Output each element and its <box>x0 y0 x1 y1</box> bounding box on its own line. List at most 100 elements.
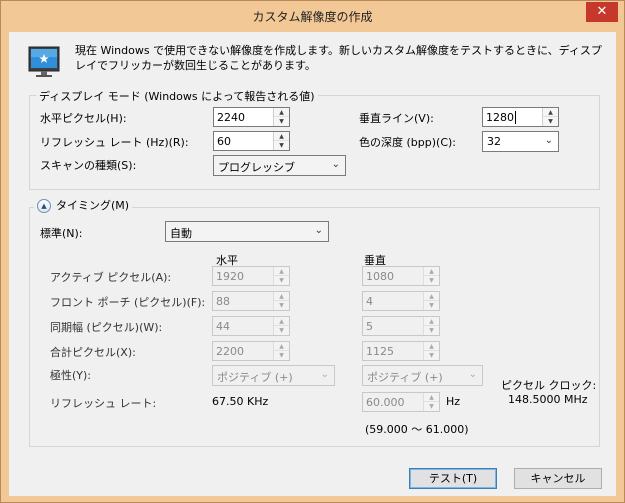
chevron-up-icon[interactable]: ▲ <box>37 199 51 213</box>
polarity-label: 極性(Y): <box>50 369 92 382</box>
window-title: カスタム解像度の作成 <box>252 10 373 24</box>
spin-down-icon: ▼ <box>429 277 434 284</box>
front-porch-h-value: 88 <box>216 295 230 308</box>
stepper-arrows: ▲ ▼ <box>273 292 289 310</box>
horizontal-pixels-value: 2240 <box>217 111 245 124</box>
stepper-arrows: ▲ ▼ <box>423 292 439 310</box>
dialog-content: 現在 Windows で使用できない解像度を作成します。新しいカスタム解像度をテ… <box>9 32 616 496</box>
spin-down-icon[interactable]: ▼ <box>274 117 289 126</box>
spin-up-icon: ▲ <box>424 342 439 351</box>
spin-up-icon[interactable]: ▲ <box>274 108 289 117</box>
spin-down-icon: ▼ <box>429 403 434 410</box>
total-pixels-v-stepper: 1125 ▲ ▼ <box>362 341 440 361</box>
color-depth-label: 色の深度 (bpp)(C): <box>359 136 456 149</box>
total-pixels-h-stepper: 2200 ▲ ▼ <box>212 341 290 361</box>
test-button[interactable]: テスト(T) <box>409 468 497 489</box>
description-text: 現在 Windows で使用できない解像度を作成します。新しいカスタム解像度をテ… <box>75 44 602 72</box>
spin-up-icon: ▲ <box>274 317 289 326</box>
refresh-rate-value: 60 <box>217 135 231 148</box>
total-pixels-label: 合計ピクセル(X): <box>50 346 136 359</box>
spin-down-icon: ▼ <box>279 352 284 359</box>
refresh-rate-label: リフレッシュ レート (Hz)(R): <box>40 136 189 149</box>
sync-width-h-stepper: 44 ▲ ▼ <box>212 316 290 336</box>
close-button[interactable]: ✕ <box>586 2 618 22</box>
standard-select[interactable]: 自動 ⌄ <box>165 221 329 242</box>
vertical-lines-label: 垂直ライン(V): <box>359 112 434 125</box>
front-porch-v-stepper: 4 ▲ ▼ <box>362 291 440 311</box>
sync-width-v-stepper: 5 ▲ ▼ <box>362 316 440 336</box>
pixel-clock-label: ピクセル クロック: <box>501 379 597 392</box>
vertical-refresh-value: 60.000 <box>366 396 405 409</box>
chevron-down-icon: ⌄ <box>331 159 340 170</box>
spin-up-icon: ▲ <box>274 267 289 276</box>
color-depth-select[interactable]: 32 ⌄ <box>482 131 559 152</box>
stepper-arrows: ▲ ▼ <box>423 317 439 335</box>
total-pixels-v-value: 1125 <box>366 345 394 358</box>
refresh-rate-stepper[interactable]: 60 ▲ ▼ <box>213 131 290 151</box>
standard-label: 標準(N): <box>40 227 83 240</box>
vertical-refresh-range: (59.000 ～ 61.000) <box>365 423 469 436</box>
horizontal-pixels-stepper[interactable]: 2240 ▲ ▼ <box>213 107 290 127</box>
spin-down-icon: ▼ <box>279 302 284 309</box>
display-mode-group-label: ディスプレイ モード (Windows によって報告される値) <box>36 88 318 104</box>
chevron-down-icon: ⌄ <box>314 225 323 236</box>
spin-up-icon: ▲ <box>274 292 289 301</box>
vertical-lines-stepper[interactable]: 1280 ▲ ▼ <box>482 107 559 127</box>
spin-down-icon: ▼ <box>279 327 284 334</box>
sync-width-v-value: 5 <box>366 320 373 333</box>
spin-down-icon[interactable]: ▼ <box>543 117 558 126</box>
stepper-arrows: ▲ ▼ <box>273 108 289 126</box>
vertical-lines-value: 1280 <box>486 111 514 124</box>
title-bar[interactable]: カスタム解像度の作成 ✕ <box>1 1 624 32</box>
spin-down-icon: ▼ <box>279 277 284 284</box>
polarity-v-select: ポジティブ (+) ⌄ <box>362 365 483 386</box>
front-porch-v-value: 4 <box>366 295 373 308</box>
total-pixels-h-value: 2200 <box>216 345 244 358</box>
spin-up-icon: ▲ <box>424 393 439 402</box>
sync-width-h-value: 44 <box>216 320 230 333</box>
timing-toggle-label[interactable]: タイミング(M) <box>56 199 129 212</box>
spin-up-icon: ▲ <box>424 292 439 301</box>
active-pixels-h-stepper: 1920 ▲ ▼ <box>212 266 290 286</box>
stepper-arrows: ▲ ▼ <box>273 342 289 360</box>
stepper-arrows: ▲ ▼ <box>273 317 289 335</box>
spin-up-icon: ▲ <box>274 342 289 351</box>
stepper-arrows: ▲ ▼ <box>423 267 439 285</box>
active-pixels-v-stepper: 1080 ▲ ▼ <box>362 266 440 286</box>
spin-down-icon: ▼ <box>429 302 434 309</box>
chevron-down-icon: ⌄ <box>320 369 329 380</box>
horizontal-pixels-label: 水平ピクセル(H): <box>40 112 127 125</box>
vertical-refresh-unit: Hz <box>446 395 461 408</box>
chevron-down-icon: ⌄ <box>468 369 477 380</box>
active-pixels-v-value: 1080 <box>366 270 394 283</box>
polarity-h-select: ポジティブ (+) ⌄ <box>212 365 335 386</box>
monitor-icon <box>28 46 60 77</box>
stepper-arrows: ▲ ▼ <box>423 342 439 360</box>
stepper-arrows: ▲ ▼ <box>273 132 289 150</box>
spin-up-icon[interactable]: ▲ <box>543 108 558 117</box>
scan-type-label: スキャンの種類(S): <box>40 159 137 172</box>
spin-down-icon: ▼ <box>429 352 434 359</box>
standard-value: 自動 <box>170 227 192 240</box>
spin-up-icon: ▲ <box>424 317 439 326</box>
color-depth-value: 32 <box>487 135 501 148</box>
spin-down-icon[interactable]: ▼ <box>274 141 289 150</box>
close-icon: ✕ <box>596 4 608 19</box>
spin-down-icon: ▼ <box>429 327 434 334</box>
stepper-arrows: ▲ ▼ <box>542 108 558 126</box>
dialog-window: カスタム解像度の作成 ✕ 現在 Windows で使用できない解像度を作成します… <box>0 0 625 503</box>
polarity-h-value: ポジティブ (+) <box>217 371 293 384</box>
active-pixels-label: アクティブ ピクセル(A): <box>50 271 172 284</box>
cancel-button[interactable]: キャンセル <box>514 468 602 489</box>
front-porch-label: フロント ポーチ (ピクセル)(F): <box>50 296 206 309</box>
spin-up-icon[interactable]: ▲ <box>274 132 289 141</box>
scan-type-select[interactable]: プログレッシブ ⌄ <box>213 155 346 176</box>
stepper-arrows: ▲ ▼ <box>423 393 439 411</box>
pixel-clock-value: 148.5000 MHz <box>508 393 588 406</box>
stepper-arrows: ▲ ▼ <box>273 267 289 285</box>
sync-width-label: 同期幅 (ピクセル)(W): <box>50 321 163 334</box>
refresh-rate-timing-label: リフレッシュ レート: <box>50 397 157 410</box>
front-porch-h-stepper: 88 ▲ ▼ <box>212 291 290 311</box>
active-pixels-h-value: 1920 <box>216 270 244 283</box>
horizontal-frequency-value: 67.50 KHz <box>212 395 269 408</box>
